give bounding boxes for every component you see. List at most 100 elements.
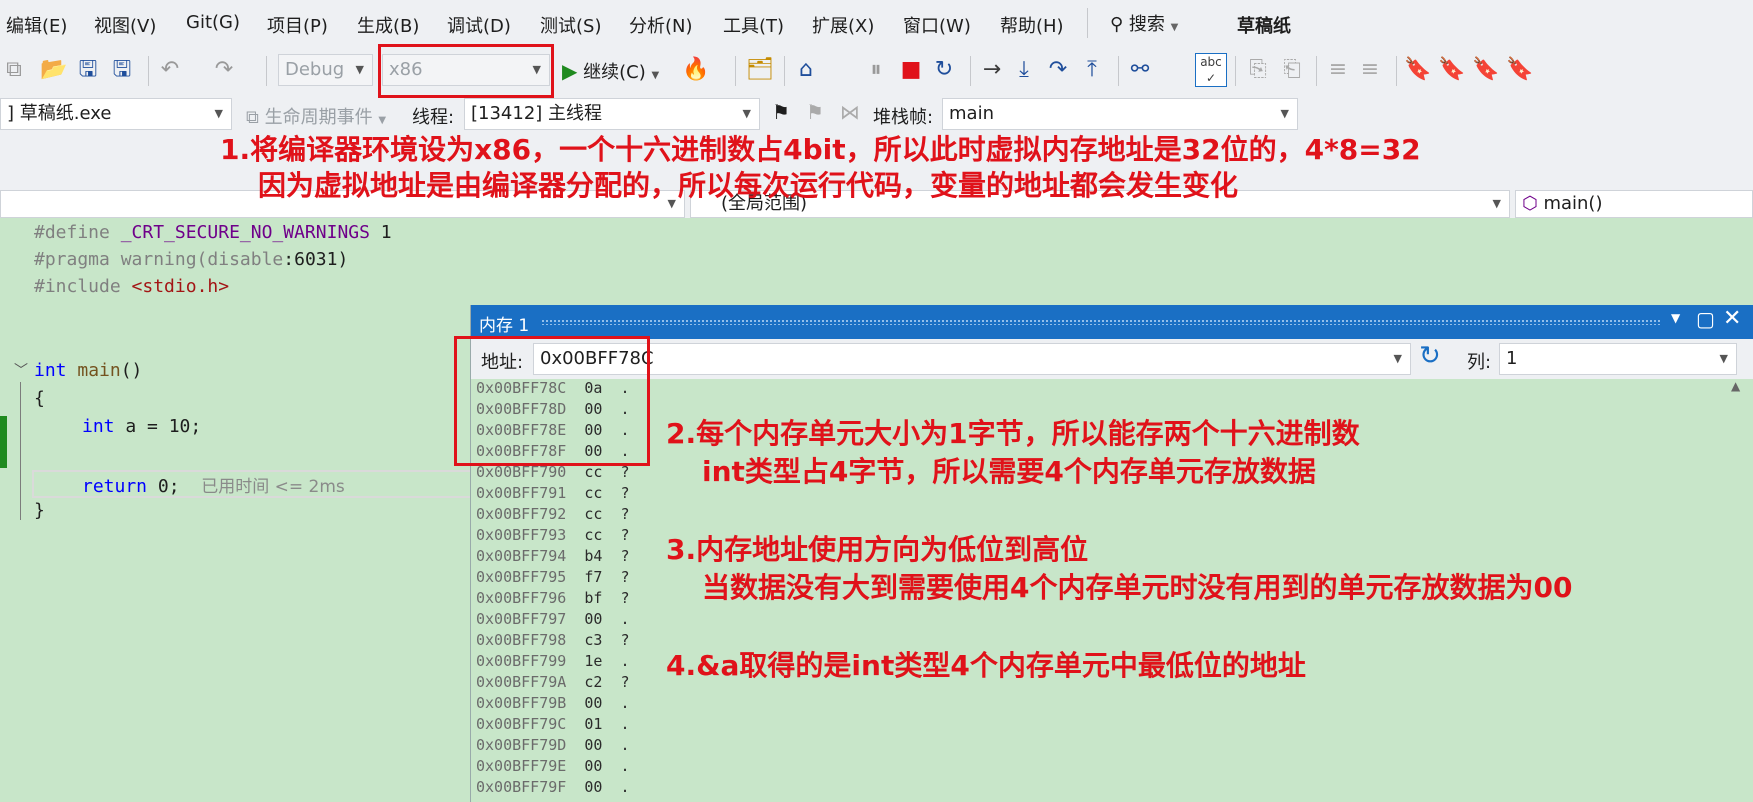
browse-icon[interactable]: 🗂 <box>746 56 774 84</box>
bookmark-icon[interactable]: 🔖 <box>1404 56 1432 84</box>
config-value: Debug <box>285 59 345 80</box>
memory-char: . <box>620 778 630 796</box>
scroll-up-icon[interactable]: ▲ <box>1731 379 1740 393</box>
play-icon: ▶ <box>562 59 578 83</box>
annotation-2-line-2: int类型占4字节，所以需要4个内存单元存放数据 <box>702 455 1316 488</box>
memory-address: 0x00BFF79F <box>476 778 567 796</box>
dropdown-arrow-icon[interactable]: ▼ <box>1671 311 1680 325</box>
menu-debug[interactable]: 调试(D) <box>447 12 511 38</box>
memory-row: 0x00BFF79F 00 . <box>476 778 630 796</box>
undo-icon[interactable]: ↶ <box>156 56 184 84</box>
filter-icon[interactable]: ⋈ <box>840 100 860 124</box>
restart-icon[interactable]: ↻ <box>930 56 958 84</box>
outdent-icon[interactable]: ≡ <box>1324 56 1352 84</box>
show-next-statement-icon[interactable]: → <box>978 56 1006 84</box>
memory-address: 0x00BFF79B <box>476 694 567 712</box>
memory-byte[interactable]: 00 <box>584 694 602 712</box>
menu-tools[interactable]: 工具(T) <box>723 12 784 38</box>
memory-byte[interactable]: bf <box>584 589 602 607</box>
memory-char: ? <box>620 589 630 607</box>
stack-frame-dropdown[interactable]: main ▼ <box>942 98 1298 130</box>
menu-view[interactable]: 视图(V) <box>94 12 156 38</box>
lifecycle-events-button[interactable]: ⧉ 生命周期事件 ▼ <box>246 103 386 129</box>
menu-analyze[interactable]: 分析(N) <box>629 12 693 38</box>
save-all-icon[interactable]: 🖫 <box>108 56 136 84</box>
refresh-icon[interactable]: ↻ <box>1419 341 1441 371</box>
address-input[interactable]: 0x00BFF78C ▼ <box>533 343 1411 375</box>
diagnostic-icon[interactable]: ⌂ <box>792 56 820 84</box>
menu-window[interactable]: 窗口(W) <box>903 12 971 38</box>
memory-row: 0x00BFF795 f7 ? <box>476 568 630 586</box>
menu-build[interactable]: 生成(B) <box>357 12 419 38</box>
memory-byte[interactable]: c2 <box>584 673 602 691</box>
memory-row: 0x00BFF797 00 . <box>476 610 630 628</box>
columns-dropdown[interactable]: 1 ▼ <box>1499 343 1737 375</box>
stop-icon[interactable]: ■ <box>897 56 925 84</box>
memory-row: 0x00BFF79C 01 . <box>476 715 630 733</box>
memory-address: 0x00BFF79E <box>476 757 567 775</box>
open-folder-icon[interactable]: 📂 <box>40 56 68 84</box>
memory-row: 0x00BFF791 cc ? <box>476 484 630 502</box>
memory-byte[interactable]: 00 <box>584 736 602 754</box>
flag-icon[interactable]: ⚑ <box>772 100 790 124</box>
pragma-arg: disable <box>207 249 284 270</box>
continue-button[interactable]: ▶ 继续(C) ▼ <box>562 58 659 84</box>
memory-scrollbar[interactable]: ▲ <box>1723 379 1753 802</box>
memory-byte[interactable]: 1e <box>584 652 602 670</box>
memory-byte[interactable]: 00 <box>584 778 602 796</box>
menu-help[interactable]: 帮助(H) <box>1000 12 1064 38</box>
hot-reload-icon[interactable]: 🔥 <box>682 56 710 84</box>
prev-bookmark-icon[interactable]: 🔖 <box>1438 56 1466 84</box>
thread-dropdown[interactable]: [13412] 主线程 ▼ <box>464 98 760 130</box>
uncomment-icon[interactable]: ⎗ <box>1278 56 1306 84</box>
annotation-1-line-1: 1.将编译器环境设为x86，一个十六进制数占4bit，所以此时虚拟内存地址是32… <box>220 133 1421 166</box>
menu-git[interactable]: Git(G) <box>186 12 240 33</box>
memory-byte[interactable]: 00 <box>584 757 602 775</box>
memory-address-bar: 地址: 0x00BFF78C ▼ ↻ 列: 1 ▼ <box>471 339 1753 379</box>
search-box[interactable]: ⚲ 搜索 ▼ <box>1110 10 1178 36</box>
close-icon[interactable]: ✕ <box>1723 306 1741 331</box>
menu-extensions[interactable]: 扩展(X) <box>812 12 874 38</box>
menu-edit[interactable]: 编辑(E) <box>6 12 67 38</box>
config-dropdown[interactable]: Debug ▼ <box>278 54 373 86</box>
process-value: ] 草稿纸.exe <box>7 103 112 124</box>
memory-byte[interactable]: f7 <box>584 568 602 586</box>
memory-byte[interactable]: 01 <box>584 715 602 733</box>
memory-row: 0x00BFF793 cc ? <box>476 526 630 544</box>
step-into-icon[interactable]: ⤓ <box>1010 56 1038 84</box>
memory-byte[interactable]: 00 <box>584 610 602 628</box>
chevron-down-icon: ▼ <box>1170 22 1179 33</box>
diff-icon[interactable]: ⚯ <box>1126 56 1154 84</box>
comment-icon[interactable]: ⎘ <box>1244 56 1272 84</box>
memory-title-bar[interactable]: 内存 1 ▼ ▢ ✕ <box>471 305 1753 339</box>
spell-check-icon[interactable]: abc ✓ <box>1195 53 1227 87</box>
pragma-name: warning( <box>120 249 208 270</box>
memory-row: 0x00BFF79B 00 . <box>476 694 630 712</box>
step-out-icon[interactable]: ⤒ <box>1078 56 1106 84</box>
memory-row: 0x00BFF79E 00 . <box>476 757 630 775</box>
menu-bar: 编辑(E) 视图(V) Git(G) 项目(P) 生成(B) 调试(D) 测试(… <box>0 0 1753 48</box>
step-over-icon[interactable]: ↷ <box>1044 56 1072 84</box>
code-line-8: } <box>34 500 45 521</box>
memory-byte[interactable]: cc <box>584 505 602 523</box>
process-dropdown[interactable]: ] 草稿纸.exe ▼ <box>0 98 232 130</box>
function-dropdown[interactable]: ⬡ main() <box>1515 190 1753 218</box>
memory-byte[interactable]: b4 <box>584 547 602 565</box>
pause-icon[interactable]: ⏸ <box>862 56 890 84</box>
collapse-icon[interactable]: ﹀ <box>14 360 28 380</box>
flag-threads-icon[interactable]: ⚑ <box>806 100 824 124</box>
new-item-icon[interactable]: ⧉ <box>0 56 28 84</box>
save-icon[interactable]: 🖫 <box>74 56 102 84</box>
next-bookmark-icon[interactable]: 🔖 <box>1472 56 1500 84</box>
clear-bookmark-icon[interactable]: 🔖 <box>1506 56 1534 84</box>
memory-byte[interactable]: c3 <box>584 631 602 649</box>
memory-byte[interactable]: cc <box>584 484 602 502</box>
menu-test[interactable]: 测试(S) <box>540 12 601 38</box>
memory-byte[interactable]: cc <box>584 526 602 544</box>
redo-icon[interactable]: ↷ <box>210 56 238 84</box>
memory-highlight-box <box>454 336 650 466</box>
memory-char: . <box>620 694 630 712</box>
indent-icon[interactable]: ≡ <box>1356 56 1384 84</box>
menu-project[interactable]: 项目(P) <box>267 12 328 38</box>
maximize-icon[interactable]: ▢ <box>1696 307 1715 331</box>
